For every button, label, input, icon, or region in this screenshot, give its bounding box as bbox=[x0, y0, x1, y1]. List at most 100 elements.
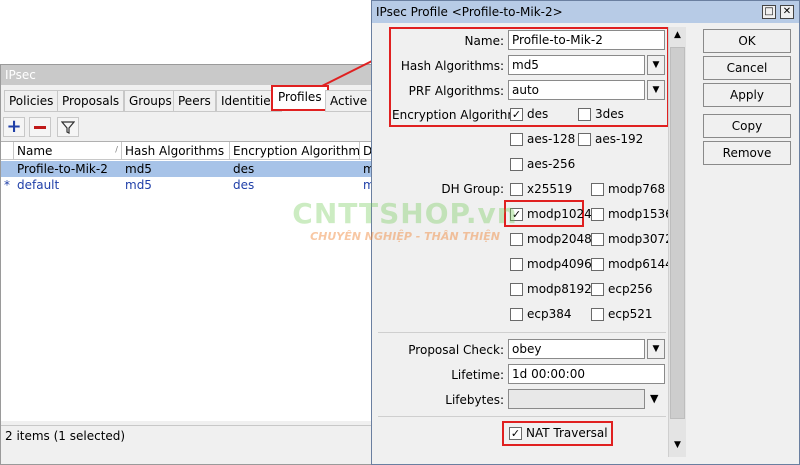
funnel-icon bbox=[60, 121, 76, 134]
dh-modp768-checkbox[interactable] bbox=[591, 183, 604, 196]
dh-modp8192-label: modp8192 bbox=[527, 282, 592, 296]
tab-proposals[interactable]: Proposals bbox=[57, 90, 125, 112]
enc-aes-192-label: aes-192 bbox=[595, 132, 644, 146]
enc-aes-256-checkbox[interactable] bbox=[510, 158, 523, 171]
row-encryption: des bbox=[233, 178, 255, 192]
lifebytes-label: Lifebytes: bbox=[445, 393, 504, 407]
dh-modp2048-checkbox[interactable] bbox=[510, 233, 523, 246]
ipsec-profile-dialog: IPsec Profile <Profile-to-Mik-2> □ ✕ Nam… bbox=[371, 0, 800, 465]
column-marker bbox=[1, 142, 14, 160]
scroll-thumb[interactable] bbox=[670, 47, 685, 419]
row-name: Profile-to-Mik-2 bbox=[17, 162, 108, 176]
scroll-up-icon[interactable]: ▲ bbox=[671, 30, 684, 44]
row-encryption: des bbox=[233, 162, 255, 176]
prf-dropdown-button[interactable]: ▼ bbox=[647, 80, 665, 100]
dh-modp8192-checkbox[interactable] bbox=[510, 283, 523, 296]
double-chevron-down-icon: ▼ bbox=[652, 85, 660, 95]
dh-modp1536-checkbox[interactable] bbox=[591, 208, 604, 221]
proposal-check-label: Proposal Check: bbox=[408, 343, 504, 357]
dh-modp2048-label: modp2048 bbox=[527, 232, 592, 246]
double-chevron-down-icon: ▼ bbox=[652, 344, 660, 354]
dh-group-label: DH Group: bbox=[441, 182, 504, 196]
tab-policies[interactable]: Policies bbox=[4, 90, 59, 112]
filter-button[interactable] bbox=[57, 117, 79, 137]
encryption-algorithm-label: Encryption Algorithm: bbox=[392, 108, 524, 122]
dh-modp6144-label: modp6144 bbox=[608, 257, 673, 271]
remove-profile-button[interactable]: Remove bbox=[703, 141, 791, 165]
divider bbox=[378, 416, 666, 417]
name-input[interactable]: Profile-to-Mik-2 bbox=[508, 30, 665, 50]
dh-modp1536-label: modp1536 bbox=[608, 207, 673, 221]
lifebytes-expand-button[interactable]: ▼ bbox=[650, 392, 658, 405]
nat-traversal-checkbox[interactable]: ✓ bbox=[509, 427, 522, 440]
dh-modp3072-label: modp3072 bbox=[608, 232, 673, 246]
maximize-button[interactable]: □ bbox=[762, 5, 776, 19]
dh-x25519-label: x25519 bbox=[527, 182, 573, 196]
double-chevron-down-icon: ▼ bbox=[652, 60, 660, 70]
dh-modp4096-checkbox[interactable] bbox=[510, 258, 523, 271]
dialog-scrollbar[interactable]: ▲ ▼ bbox=[668, 27, 686, 457]
lifebytes-input[interactable] bbox=[508, 389, 645, 409]
row-marker bbox=[1, 161, 14, 163]
dh-x25519-checkbox[interactable] bbox=[510, 183, 523, 196]
table-row[interactable]: * default md5 des m bbox=[1, 177, 379, 193]
tab-groups[interactable]: Groups bbox=[124, 90, 177, 112]
lifetime-label: Lifetime: bbox=[451, 368, 504, 382]
dh-modp768-label: modp768 bbox=[608, 182, 666, 196]
enc-aes-128-checkbox[interactable] bbox=[510, 133, 523, 146]
enc-3des-checkbox[interactable] bbox=[578, 108, 591, 121]
copy-button[interactable]: Copy bbox=[703, 114, 791, 138]
triangle-down-icon: ▼ bbox=[650, 392, 659, 405]
close-button[interactable]: ✕ bbox=[780, 5, 794, 19]
ipsec-window: IPsec Policies Proposals Groups Peers Id… bbox=[0, 64, 380, 465]
dialog-title: IPsec Profile <Profile-to-Mik-2> bbox=[372, 1, 799, 23]
dh-ecp384-checkbox[interactable] bbox=[510, 308, 523, 321]
column-header-encryption[interactable]: Encryption Algorithm bbox=[230, 142, 360, 160]
dh-ecp384-label: ecp384 bbox=[527, 307, 572, 321]
table-row[interactable]: Profile-to-Mik-2 md5 des m bbox=[1, 161, 379, 177]
prf-algorithms-select[interactable]: auto bbox=[508, 80, 645, 100]
enc-aes-256-label: aes-256 bbox=[527, 157, 576, 171]
dh-modp4096-label: modp4096 bbox=[527, 257, 592, 271]
dh-ecp256-checkbox[interactable] bbox=[591, 283, 604, 296]
divider bbox=[378, 332, 666, 333]
add-button[interactable]: + bbox=[3, 117, 25, 137]
enc-aes-192-checkbox[interactable] bbox=[578, 133, 591, 146]
proposal-check-dropdown-button[interactable]: ▼ bbox=[647, 339, 665, 359]
profiles-table: Name / Hash Algorithms Encryption Algori… bbox=[1, 141, 379, 421]
row-marker: * bbox=[4, 178, 10, 192]
hash-algorithms-select[interactable]: md5 bbox=[508, 55, 645, 75]
nat-traversal-label: NAT Traversal bbox=[526, 426, 608, 440]
hash-dropdown-button[interactable]: ▼ bbox=[647, 55, 665, 75]
dh-ecp256-label: ecp256 bbox=[608, 282, 653, 296]
status-bar: 2 items (1 selected) bbox=[1, 425, 379, 445]
dh-modp1024-checkbox[interactable]: ✓ bbox=[510, 208, 523, 221]
cancel-button[interactable]: Cancel bbox=[703, 56, 791, 80]
dh-ecp521-checkbox[interactable] bbox=[591, 308, 604, 321]
remove-button[interactable] bbox=[29, 117, 51, 137]
enc-des-checkbox[interactable]: ✓ bbox=[510, 108, 523, 121]
row-hash: md5 bbox=[125, 178, 152, 192]
dh-modp6144-checkbox[interactable] bbox=[591, 258, 604, 271]
maximize-icon: □ bbox=[764, 6, 774, 17]
tab-peers[interactable]: Peers bbox=[173, 90, 216, 112]
ok-button[interactable]: OK bbox=[703, 29, 791, 53]
column-header-hash[interactable]: Hash Algorithms bbox=[122, 142, 230, 160]
name-label: Name: bbox=[464, 34, 504, 48]
proposal-check-select[interactable]: obey bbox=[508, 339, 645, 359]
sort-icon: / bbox=[115, 145, 118, 154]
scroll-down-icon[interactable]: ▼ bbox=[671, 440, 684, 454]
close-icon: ✕ bbox=[782, 6, 792, 17]
enc-3des-label: 3des bbox=[595, 107, 624, 121]
hash-algorithms-label: Hash Algorithms: bbox=[400, 59, 504, 73]
prf-algorithms-label: PRF Algorithms: bbox=[408, 84, 504, 98]
dh-modp3072-checkbox[interactable] bbox=[591, 233, 604, 246]
row-hash: md5 bbox=[125, 162, 152, 176]
column-header-name[interactable]: Name / bbox=[14, 142, 122, 160]
dh-modp1024-label: modp1024 bbox=[527, 207, 592, 221]
apply-button[interactable]: Apply bbox=[703, 83, 791, 107]
lifetime-input[interactable]: 1d 00:00:00 bbox=[508, 364, 665, 384]
dh-ecp521-label: ecp521 bbox=[608, 307, 653, 321]
row-name: default bbox=[17, 178, 60, 192]
enc-aes-128-label: aes-128 bbox=[527, 132, 576, 146]
